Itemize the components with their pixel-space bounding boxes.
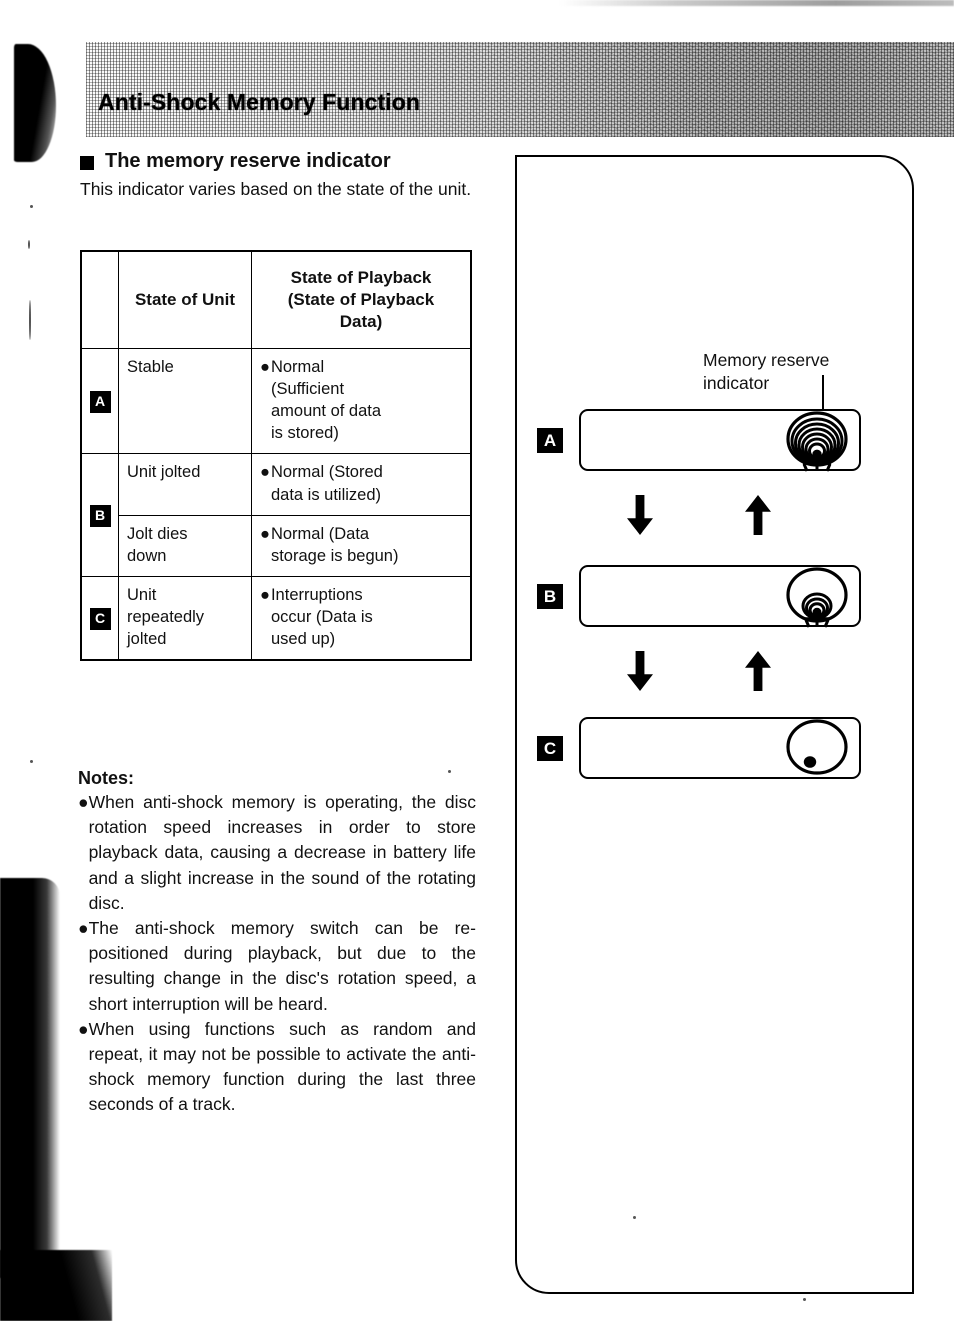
list-bullet-icon: ● — [78, 1018, 89, 1039]
scan-speck — [29, 300, 31, 340]
scan-speck — [30, 760, 33, 763]
scan-artifact-left-edge — [0, 878, 60, 1278]
table-row: A Stable ● Normal (Sufficient amount of … — [80, 347, 472, 455]
scan-speck — [30, 205, 33, 208]
table-header-state-of-unit: State of Unit — [118, 250, 252, 349]
line: (Sufficient — [270, 380, 345, 399]
row-badge-cell-a: A — [80, 347, 119, 455]
callout-label-line-1: Memory reserve — [703, 350, 830, 370]
row-unit-b2: Jolt dies down — [118, 514, 252, 577]
line: is stored) — [270, 424, 339, 443]
list-bullet-icon: ● — [78, 917, 89, 938]
table-row: B Unit jolted ● Normal (Stored data is u… — [80, 453, 472, 577]
diagram-arrow-pair-2 — [517, 651, 912, 699]
row-playback-a-text: Normal (Sufficient amount of data is sto… — [271, 356, 464, 444]
line: Normal (Stored — [270, 463, 383, 482]
page-header-band: Anti-Shock Memory Function — [86, 42, 954, 137]
scan-speck — [803, 1298, 806, 1301]
table-header: State of Unit State of Playback (State o… — [80, 250, 472, 349]
header-line-3: Data) — [339, 312, 383, 332]
table-row: Jolt dies down ● Normal (Data storage is … — [81, 514, 472, 577]
line: used up) — [270, 630, 336, 649]
diagram-state-a: A — [517, 409, 912, 472]
note-item: ● When using functions such as random an… — [78, 1017, 476, 1118]
line: Normal — [270, 358, 325, 376]
device-body-b — [579, 565, 861, 628]
up-arrow-icon — [745, 651, 771, 691]
scan-artifact-top-edge — [560, 0, 954, 6]
notes-block: Notes: ● When anti-shock memory is opera… — [78, 768, 476, 1117]
illustration-panel: Memory reserve indicator A B C — [515, 155, 914, 1294]
list-bullet-icon: ● — [260, 358, 270, 376]
table-header-row: State of Unit State of Playback (State o… — [80, 250, 472, 349]
note-item-text: When anti-shock memory is operating, the… — [88, 792, 476, 913]
callout-label-line-2: indicator — [703, 372, 770, 393]
table-row: C Unit repeatedly jolted ● Interruptions o… — [80, 575, 472, 661]
state-badge-a: A — [89, 390, 111, 413]
line: occur (Data is — [270, 607, 373, 626]
scan-artifact-upper-left — [14, 44, 56, 162]
table-header-state-of-playback: State of Playback (State of Playback Dat… — [251, 250, 472, 349]
line: Normal (Data — [270, 524, 370, 543]
empty-dot-icon — [786, 719, 848, 775]
list-bullet-icon: ● — [260, 585, 270, 604]
note-item-text: The anti-shock memory switch can be re-p… — [88, 917, 476, 1014]
diagram-badge-b: B — [537, 584, 563, 609]
device-body-a — [579, 409, 861, 472]
row-badge-cell-b: B — [80, 453, 119, 577]
partial-rings-icon — [786, 567, 848, 628]
row-playback-b1-text: Normal (Stored data is utilized) — [271, 461, 464, 505]
row-badge-cell-c: C — [80, 575, 119, 661]
diagram-state-c: C — [517, 717, 912, 779]
note-item-text: When using functions such as random and … — [88, 1018, 476, 1115]
row-playback-c-text: Interruptions occur (Data is used up) — [271, 584, 464, 650]
line: data is utilized) — [270, 485, 382, 504]
row-playback-c: ● Interruptions occur (Data is used up) — [251, 575, 472, 661]
diagram-badge-a: A — [537, 428, 563, 453]
diagram-arrow-pair-1 — [517, 495, 912, 543]
table-body: A Stable ● Normal (Sufficient amount of … — [80, 347, 472, 661]
down-arrow-icon — [627, 651, 653, 691]
row-unit-a: Stable — [118, 347, 252, 455]
section-heading: The memory reserve indicator — [80, 150, 480, 173]
device-body-c — [579, 717, 861, 779]
left-content-column: The memory reserve indicator This indica… — [80, 150, 480, 201]
row-playback-b2-text: Normal (Data storage is begun) — [271, 523, 464, 567]
state-badge-b: B — [89, 504, 111, 527]
down-arrow-icon — [627, 495, 653, 535]
notes-title: Notes: — [78, 768, 135, 788]
row-playback-b1: ● Normal (Stored data is utilized) — [251, 453, 472, 516]
diagram-badge-c: C — [537, 736, 563, 761]
square-bullet-icon — [80, 155, 94, 170]
section-heading-label: The memory reserve indicator — [105, 150, 391, 172]
list-bullet-icon: ● — [260, 524, 270, 543]
section-intro-text: This indicator varies based on the state… — [80, 179, 472, 199]
list-bullet-icon: ● — [260, 463, 270, 482]
scan-speck — [28, 240, 30, 249]
callout-label: Memory reserve indicator — [703, 349, 903, 395]
list-bullet-icon: ● — [78, 792, 89, 812]
line: Interruptions — [270, 585, 363, 604]
row-unit-c: Unit repeatedly jolted — [118, 575, 252, 661]
scan-artifact-bottom-left — [0, 1250, 112, 1321]
state-badge-c: C — [89, 607, 111, 630]
page-title: Anti-Shock Memory Function — [98, 89, 421, 115]
header-line-1: State of Playback — [290, 267, 432, 287]
state-of-unit-table: State of Unit State of Playback (State o… — [80, 250, 472, 662]
note-item: ● When anti-shock memory is operating, t… — [78, 790, 476, 916]
header-line-2: (State of Playback — [287, 289, 435, 309]
row-playback-b2: ● Normal (Data storage is begun) — [251, 514, 472, 577]
line: amount of data — [270, 402, 382, 421]
row-playback-a: ● Normal (Sufficient amount of data is s… — [251, 347, 472, 455]
up-arrow-icon — [745, 495, 771, 535]
line: storage is begun) — [270, 546, 399, 565]
full-rings-icon — [786, 411, 848, 472]
diagram-state-b: B — [517, 565, 912, 628]
note-item: ● The anti-shock memory switch can be re… — [78, 916, 476, 1017]
table-header-badge-col — [80, 250, 119, 349]
row-unit-b1: Unit jolted — [118, 453, 252, 516]
